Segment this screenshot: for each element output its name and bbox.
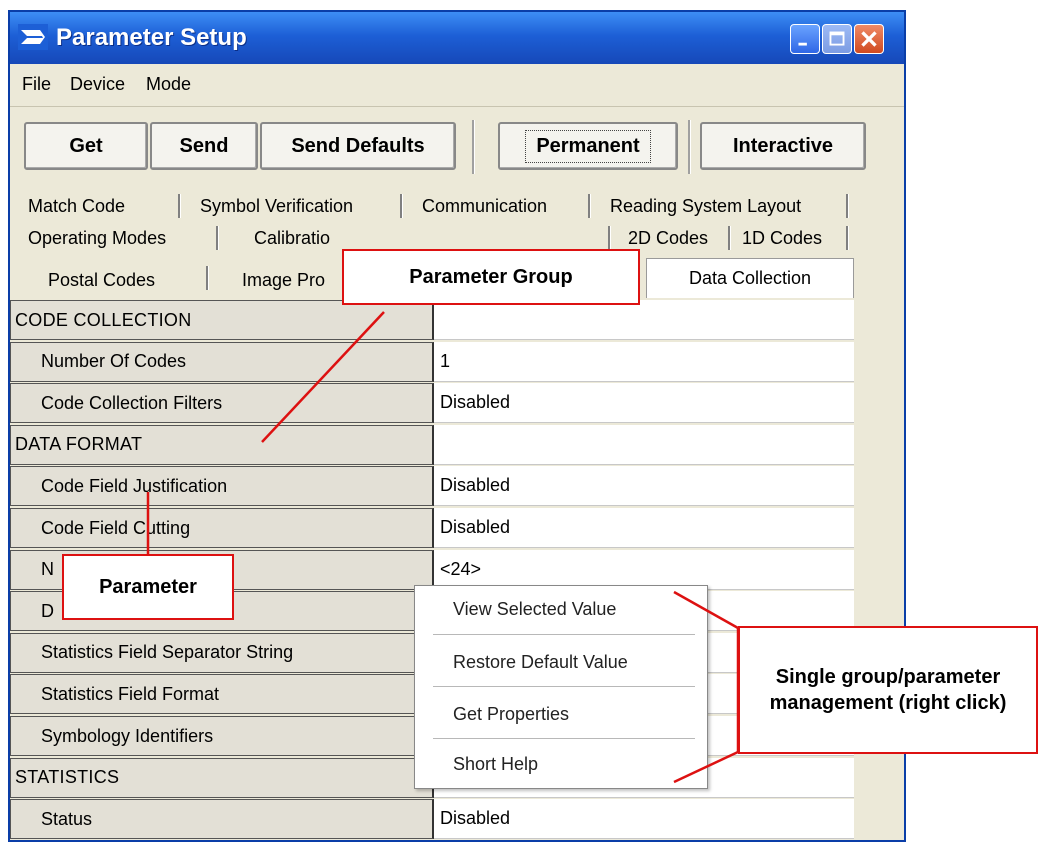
window-title: Parameter Setup <box>56 24 247 51</box>
parameter-name[interactable]: Symbology Identifiers <box>10 716 434 756</box>
parameter-value[interactable] <box>434 300 854 340</box>
send-defaults-button[interactable]: Send Defaults <box>260 122 456 170</box>
single-management-callout: Single group/parameter management (right… <box>738 626 1038 754</box>
tab-divider <box>206 266 209 290</box>
menu-separator <box>433 738 695 739</box>
menu-restore-default-value[interactable]: Restore Default Value <box>453 652 628 673</box>
minimize-button[interactable] <box>790 24 820 54</box>
app-logo-icon <box>18 24 48 50</box>
tab-divider <box>846 194 849 218</box>
tab-operating-modes[interactable]: Operating Modes <box>28 228 166 249</box>
parameter-name[interactable]: Code Field Justification <box>10 466 434 507</box>
parameter-value[interactable]: 1 <box>434 341 854 382</box>
menu-separator <box>433 686 695 687</box>
tab-divider <box>216 226 219 250</box>
group-name[interactable]: DATA FORMAT <box>10 424 434 465</box>
parameter-name[interactable]: Code Field Cutting <box>10 508 434 548</box>
menu-device[interactable]: Device <box>70 74 125 95</box>
tab-divider <box>728 226 731 250</box>
tab-symbol-verification[interactable]: Symbol Verification <box>200 196 353 217</box>
menu-short-help[interactable]: Short Help <box>453 754 538 775</box>
menu-get-properties[interactable]: Get Properties <box>453 704 569 725</box>
tab-calibration[interactable]: Calibratio <box>254 228 330 249</box>
tab-divider <box>846 226 849 250</box>
parameter-name[interactable]: Statistics Field Format <box>10 674 434 715</box>
tab-image-processing[interactable]: Image Pro <box>242 270 325 291</box>
tab-2d-codes[interactable]: 2D Codes <box>628 228 708 249</box>
menu-separator <box>433 634 695 635</box>
menu-view-selected-value[interactable]: View Selected Value <box>453 599 616 620</box>
menu-bar: File Device Mode <box>10 64 904 107</box>
group-name[interactable]: STATISTICS <box>10 757 434 798</box>
permanent-button[interactable]: Permanent <box>498 122 678 170</box>
tab-match-code[interactable]: Match Code <box>28 196 125 217</box>
parameter-value[interactable]: <24> <box>434 549 854 590</box>
tab-data-collection[interactable]: Data Collection <box>646 258 854 298</box>
parameter-name[interactable]: Code Collection Filters <box>10 383 434 424</box>
minimize-icon <box>798 42 807 46</box>
parameter-value[interactable]: Disabled <box>434 466 854 507</box>
tab-divider <box>588 194 591 218</box>
tab-divider <box>608 226 611 250</box>
title-bar[interactable]: Parameter Setup <box>10 12 904 64</box>
tab-divider <box>400 194 403 218</box>
send-button[interactable]: Send <box>150 122 258 170</box>
parameter-row[interactable]: Code Field Cutting Disabled <box>10 508 856 550</box>
tab-postal-codes[interactable]: Postal Codes <box>48 270 155 291</box>
toolbar-separator <box>688 120 691 174</box>
parameter-group-callout: Parameter Group <box>342 249 640 305</box>
group-row[interactable]: DATA FORMAT <box>10 424 856 467</box>
get-button[interactable]: Get <box>24 122 148 170</box>
maximize-icon <box>829 31 845 46</box>
toolbar: Get Send Send Defaults Permanent Interac… <box>10 108 904 188</box>
group-row[interactable]: CODE COLLECTION <box>10 300 856 342</box>
close-icon <box>861 31 877 47</box>
close-button[interactable] <box>854 24 884 54</box>
parameter-value[interactable]: Disabled <box>434 799 854 840</box>
menu-mode[interactable]: Mode <box>146 74 191 95</box>
maximize-button[interactable] <box>822 24 852 54</box>
menu-file[interactable]: File <box>22 74 51 95</box>
tab-communication[interactable]: Communication <box>422 196 547 217</box>
parameter-name[interactable]: Status <box>10 799 434 840</box>
interactive-button[interactable]: Interactive <box>700 122 866 170</box>
tab-1d-codes[interactable]: 1D Codes <box>742 228 822 249</box>
parameter-value[interactable] <box>434 424 854 465</box>
parameter-name[interactable]: Number Of Codes <box>10 341 434 382</box>
parameter-value[interactable]: Disabled <box>434 383 854 424</box>
permanent-label: Permanent <box>525 129 651 163</box>
parameter-row[interactable]: Code Collection Filters Disabled <box>10 383 856 425</box>
toolbar-separator <box>472 120 475 174</box>
tab-divider <box>178 194 181 218</box>
tab-reading-system-layout[interactable]: Reading System Layout <box>610 196 801 217</box>
parameter-row[interactable]: Status Disabled <box>10 799 856 841</box>
parameter-value[interactable]: Disabled <box>434 508 854 548</box>
group-name[interactable]: CODE COLLECTION <box>10 300 434 340</box>
parameter-name[interactable]: Statistics Field Separator String <box>10 632 434 673</box>
parameter-row[interactable]: Number Of Codes 1 <box>10 341 856 384</box>
context-menu: View Selected Value Restore Default Valu… <box>414 585 708 789</box>
parameter-row[interactable]: Code Field Justification Disabled <box>10 466 856 508</box>
parameter-callout: Parameter <box>62 554 234 620</box>
